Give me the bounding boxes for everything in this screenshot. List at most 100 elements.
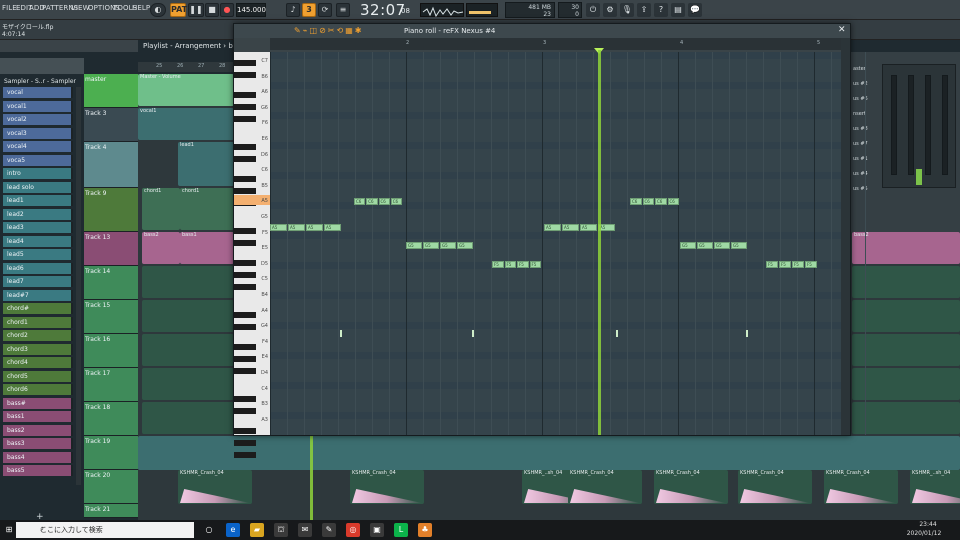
channel-item[interactable]: chord6 <box>3 384 73 395</box>
playlist-clip[interactable] <box>852 266 960 298</box>
playlist-clip[interactable]: chord1 <box>180 188 234 230</box>
playlist-track-header[interactable]: Track 18 <box>84 402 138 436</box>
playlist-clip[interactable] <box>852 300 960 332</box>
help-icon[interactable]: ? <box>654 3 668 17</box>
piano-roll-note[interactable]: A5 <box>270 224 287 231</box>
piano-roll-note[interactable]: A5 <box>288 224 305 231</box>
piano-black-key[interactable] <box>234 228 256 234</box>
piano-black-key[interactable] <box>234 368 256 374</box>
playlist-clip[interactable] <box>852 368 960 400</box>
app-icon[interactable]: ✎ <box>322 523 336 537</box>
chat-icon[interactable]: 💬 <box>688 3 702 17</box>
menu-help[interactable]: HELP <box>132 4 150 12</box>
channel-item[interactable]: lead solo <box>3 181 73 193</box>
piano-roll-note[interactable]: G5 <box>714 242 730 249</box>
playlist-track-header[interactable]: Track 3 <box>84 108 138 142</box>
photos-icon[interactable]: ▣ <box>370 523 384 537</box>
piano-roll-note[interactable]: A5 <box>306 224 323 231</box>
playlist-clip[interactable]: chord1 <box>142 188 180 230</box>
chrome-icon[interactable]: ◎ <box>346 523 360 537</box>
playlist-clip[interactable]: KSHMR_Crash_04 <box>568 470 642 504</box>
piano-roll-note[interactable]: F5 <box>517 261 529 268</box>
playlist-clip[interactable] <box>852 402 960 434</box>
piano-black-key[interactable] <box>234 440 256 446</box>
piano-black-key[interactable] <box>234 356 256 362</box>
mic-icon[interactable]: 🎙 <box>620 3 634 17</box>
channel-item[interactable]: chord4 <box>3 357 73 368</box>
menu-view[interactable]: VIEW <box>71 4 90 12</box>
piano-black-key[interactable] <box>234 144 256 150</box>
piano-roll-note[interactable]: F5 <box>492 261 504 268</box>
piano-roll-grid[interactable]: C6 C6 C6 C6 C6 C6 C6 C6 A5 A5 A5 A5 A5 A5 A5 A5 G5 G5 G5 G5… <box>270 52 866 435</box>
velocity-marker[interactable] <box>616 330 618 337</box>
playlist-clip[interactable]: lead1 <box>178 142 234 186</box>
channel-item[interactable]: bass# <box>3 397 73 409</box>
piano-black-key[interactable] <box>234 260 256 266</box>
piano-roll-note[interactable]: G5 <box>731 242 747 249</box>
piano-roll-scrollbar[interactable] <box>841 38 850 435</box>
menu-file[interactable]: FILE <box>2 4 17 12</box>
piano-black-key[interactable] <box>234 344 256 350</box>
piano-black-key[interactable] <box>234 452 256 458</box>
channel-item[interactable]: vocal2 <box>3 114 73 125</box>
piano-black-key[interactable] <box>234 188 256 194</box>
channel-item[interactable]: bass2 <box>3 424 73 436</box>
playlist-clip[interactable]: bass1 <box>180 232 234 264</box>
piano-roll-ruler[interactable]: 2 3 4 5 <box>270 38 841 50</box>
piano-roll-note[interactable]: F5 <box>792 261 804 268</box>
mixer-fader[interactable] <box>942 75 948 175</box>
channel-item[interactable]: chord5 <box>3 370 73 382</box>
piano-roll-note[interactable]: C6 <box>390 198 402 205</box>
velocity-marker[interactable] <box>746 330 748 337</box>
piano-roll-note[interactable]: C6 <box>642 198 654 205</box>
channel-item[interactable]: lead7 <box>3 276 73 287</box>
piano-black-key[interactable] <box>234 104 256 110</box>
piano-roll-note[interactable]: G5 <box>406 242 422 249</box>
playlist-clip[interactable]: bass2 <box>142 232 180 264</box>
piano-roll-note[interactable]: F5 <box>766 261 778 268</box>
piano-roll-note[interactable]: F5 <box>779 261 791 268</box>
edge-icon[interactable]: e <box>226 523 240 537</box>
channel-item[interactable]: lead1 <box>3 195 73 206</box>
playlist-track-header[interactable]: Track 20 <box>84 470 138 504</box>
channel-item[interactable]: bass3 <box>3 438 73 449</box>
playlist-clip[interactable] <box>852 334 960 366</box>
countdown-button[interactable]: 3 <box>302 3 316 17</box>
piano-roll-note[interactable]: C6 <box>655 198 667 205</box>
loop-record-button[interactable]: ⟳ <box>318 3 332 17</box>
metronome-button[interactable]: ♪ <box>286 3 300 17</box>
taskbar-date[interactable]: 2020/01/12 <box>900 530 948 537</box>
playlist-track-header[interactable]: Track 14 <box>84 266 138 300</box>
channel-item[interactable]: lead5 <box>3 249 73 260</box>
stop-button[interactable]: ■ <box>205 3 219 17</box>
piano-roll-note[interactable]: G5 <box>440 242 456 249</box>
store-icon[interactable]: ⛫ <box>274 523 288 537</box>
piano-black-key[interactable] <box>234 312 256 318</box>
piano-roll-note[interactable]: F5 <box>805 261 817 268</box>
record-button[interactable]: ● <box>220 3 234 17</box>
piano-roll-note[interactable]: G5 <box>697 242 713 249</box>
playlist-track-header[interactable]: Track 16 <box>84 334 138 368</box>
play-button[interactable]: ❚❚ <box>188 3 204 17</box>
channel-item[interactable]: bass5 <box>3 465 73 476</box>
piano-roll-note[interactable]: G5 <box>457 242 473 249</box>
channel-item[interactable]: chord# <box>3 303 73 314</box>
playlist-clip[interactable] <box>142 300 234 332</box>
news-icon[interactable]: ▤ <box>671 3 685 17</box>
channel-item[interactable]: lead#7 <box>3 289 73 301</box>
channel-item[interactable]: vocal <box>3 87 73 98</box>
playlist-clip[interactable]: Master - Volume <box>138 74 234 106</box>
playlist-clip[interactable]: KSHMR_Crash_04 <box>350 470 424 504</box>
playlist-clip[interactable]: KSHMR_Crash_04 <box>178 470 252 504</box>
piano-roll-note[interactable]: C6 <box>366 198 378 205</box>
playlist-clip[interactable]: KSHMR_Crash_04 <box>824 470 898 504</box>
channel-item[interactable]: vocal1 <box>3 100 73 112</box>
piano-black-key[interactable] <box>234 176 256 182</box>
line-icon[interactable]: L <box>394 523 408 537</box>
playlist-clip[interactable] <box>142 368 234 400</box>
channel-item[interactable]: voca5 <box>3 154 73 166</box>
playlist-track-header[interactable]: Track 17 <box>84 368 138 402</box>
taskbar-search-box[interactable]: ⌕ ここに入力して検索 <box>16 522 194 538</box>
channel-item[interactable]: chord3 <box>3 343 73 355</box>
piano-roll-note[interactable]: A5 <box>324 224 341 231</box>
